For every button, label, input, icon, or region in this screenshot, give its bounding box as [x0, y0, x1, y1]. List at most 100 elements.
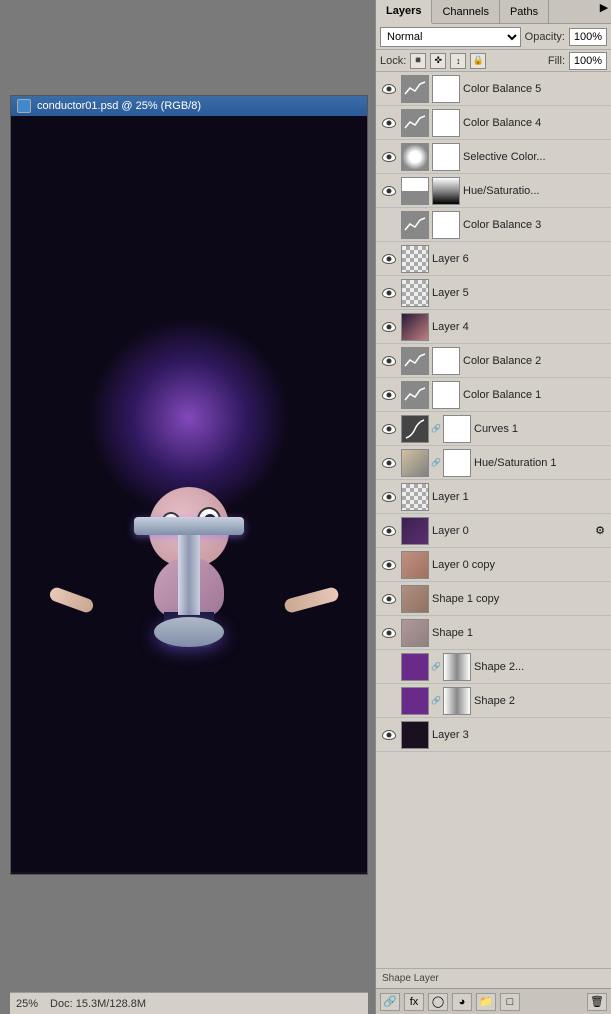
layer-visibility-toggle[interactable]	[380, 624, 398, 642]
canvas-titlebar: conductor01.psd @ 25% (RGB/8)	[11, 96, 367, 116]
layer-name: Layer 4	[432, 321, 607, 333]
layer-thumb	[401, 109, 429, 137]
lock-pixels-icon[interactable]: ◾	[410, 53, 426, 69]
layer-visibility-toggle[interactable]	[380, 556, 398, 574]
layer-visibility-toggle[interactable]	[380, 420, 398, 438]
layer-name: Curves 1	[474, 423, 607, 435]
layer-mask-thumb	[432, 143, 460, 171]
layer-item[interactable]: Color Balance 4	[376, 106, 611, 140]
layer-item[interactable]: Color Balance 2	[376, 344, 611, 378]
layer-thumb	[401, 483, 429, 511]
link-layers-button[interactable]: 🔗	[380, 993, 400, 1011]
layer-visibility-toggle[interactable]	[380, 318, 398, 336]
layer-visibility-toggle[interactable]	[380, 386, 398, 404]
layer-fx-button[interactable]: fx	[404, 993, 424, 1011]
layer-item[interactable]: Layer 4	[376, 310, 611, 344]
layer-visibility-toggle[interactable]	[380, 488, 398, 506]
layer-item[interactable]: Hue/Saturatio...	[376, 174, 611, 208]
layers-panel: Layers Channels Paths ▶ Normal Opacity: …	[376, 0, 611, 1014]
canvas-title: conductor01.psd @ 25% (RGB/8)	[37, 100, 201, 112]
layer-thumb	[401, 347, 429, 375]
layer-item[interactable]: Color Balance 1	[376, 378, 611, 412]
layer-name: Shape 2...	[474, 661, 607, 673]
layer-item[interactable]: 🔗 Shape 2...	[376, 650, 611, 684]
blend-mode-select[interactable]: Normal	[380, 27, 521, 47]
char-arm-right	[283, 586, 340, 614]
layer-item[interactable]: Layer 0 ⚙	[376, 514, 611, 548]
layer-mask-thumb	[443, 449, 471, 477]
layer-visibility-toggle[interactable]	[380, 114, 398, 132]
new-layer-button[interactable]: □	[500, 993, 520, 1011]
pedestal-stem	[178, 535, 200, 615]
layer-item[interactable]: 🔗 Shape 2	[376, 684, 611, 718]
layers-list: Color Balance 5 Color Balance 4 Selectiv…	[376, 72, 611, 966]
layer-item[interactable]: 🔗 Hue/Saturation 1	[376, 446, 611, 480]
layer-mask-thumb	[443, 415, 471, 443]
layer-name: Layer 0 copy	[432, 559, 607, 571]
layer-thumb	[401, 619, 429, 647]
delete-layer-button[interactable]: 🗑	[587, 993, 607, 1011]
layer-thumb	[401, 143, 429, 171]
canvas-area: conductor01.psd @ 25% (RGB/8)	[0, 0, 375, 1014]
pedestal-top	[134, 517, 244, 535]
layer-visibility-toggle[interactable]	[380, 182, 398, 200]
layer-visibility-toggle[interactable]	[380, 726, 398, 744]
layer-mask-thumb	[432, 109, 460, 137]
layer-mask-thumb	[443, 653, 471, 681]
layer-visibility-toggle[interactable]	[380, 148, 398, 166]
layer-item[interactable]: Color Balance 5	[376, 72, 611, 106]
opacity-input[interactable]	[569, 28, 607, 46]
zoom-level: 25%	[16, 998, 38, 1010]
layer-thumb	[401, 653, 429, 681]
char-arm-left	[48, 586, 95, 615]
layer-link-icon: 🔗	[432, 421, 440, 437]
layer-thumb	[401, 721, 429, 749]
layer-item[interactable]: Shape 1	[376, 616, 611, 650]
layer-name: Color Balance 5	[463, 83, 607, 95]
layer-mask-thumb	[432, 75, 460, 103]
new-adjustment-button[interactable]: ◕	[452, 993, 472, 1011]
layer-link-icon: 🔗	[432, 659, 440, 675]
layer-visibility-toggle[interactable]	[380, 284, 398, 302]
lock-move-icon[interactable]: ↕	[450, 53, 466, 69]
fill-label: Fill:	[548, 55, 565, 67]
layer-name: Layer 1	[432, 491, 607, 503]
panel-menu-icon[interactable]: ▶	[597, 0, 611, 14]
layer-item[interactable]: Layer 3	[376, 718, 611, 752]
layer-visibility-toggle[interactable]	[380, 250, 398, 268]
layer-visibility-toggle[interactable]	[380, 454, 398, 472]
new-group-button[interactable]: 📁	[476, 993, 496, 1011]
layer-item[interactable]: Layer 5	[376, 276, 611, 310]
add-mask-button[interactable]: ◯	[428, 993, 448, 1011]
lock-position-icon[interactable]: ✜	[430, 53, 446, 69]
layer-thumb	[401, 245, 429, 273]
layer-name: Selective Color...	[463, 151, 607, 163]
layer-name: Hue/Saturatio...	[463, 185, 607, 197]
opacity-label: Opacity:	[525, 31, 565, 43]
blend-opacity-row: Normal Opacity:	[376, 24, 611, 50]
fill-input[interactable]	[569, 52, 607, 70]
layer-item[interactable]: Shape 1 copy	[376, 582, 611, 616]
layer-item[interactable]: Layer 0 copy	[376, 548, 611, 582]
layer-name: Layer 3	[432, 729, 607, 741]
layer-item[interactable]: 🔗 Curves 1	[376, 412, 611, 446]
layer-item[interactable]: Color Balance 3	[376, 208, 611, 242]
layer-thumb	[401, 687, 429, 715]
tab-paths[interactable]: Paths	[500, 0, 549, 23]
lock-all-icon[interactable]: 🔒	[470, 53, 486, 69]
layer-item[interactable]: Selective Color...	[376, 140, 611, 174]
layer-thumb	[401, 415, 429, 443]
layer-visibility-toggle[interactable]	[380, 80, 398, 98]
tab-layers[interactable]: Layers	[376, 0, 432, 24]
layer-visibility-toggle[interactable]	[380, 522, 398, 540]
layer-visibility-toggle[interactable]	[380, 590, 398, 608]
layer-visibility-toggle[interactable]	[380, 352, 398, 370]
layer-name: Layer 0	[432, 525, 590, 537]
layer-item[interactable]: Layer 6	[376, 242, 611, 276]
layer-mask-thumb	[432, 177, 460, 205]
layer-mask-thumb	[432, 381, 460, 409]
layer-name: Shape 2	[474, 695, 607, 707]
layer-item[interactable]: Layer 1	[376, 480, 611, 514]
tab-channels[interactable]: Channels	[432, 0, 499, 23]
layer-name: Color Balance 3	[463, 219, 607, 231]
